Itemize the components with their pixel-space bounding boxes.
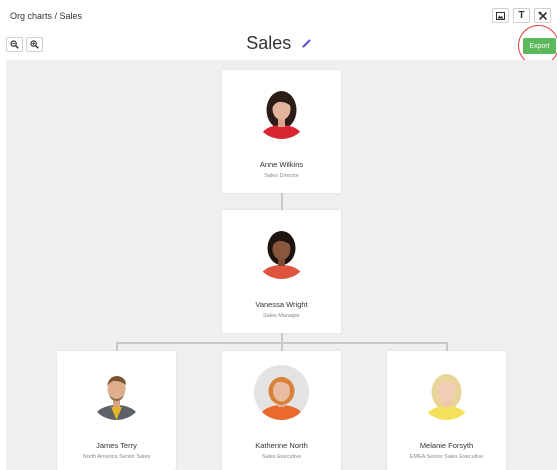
person-name: Anne Wilkins <box>259 160 304 169</box>
connector-manager-down <box>281 333 283 342</box>
org-chart-canvas: Anne Wilkins Sales Director Vanessa Wrig… <box>6 60 557 470</box>
edit-title-button[interactable] <box>302 35 311 53</box>
tools-button[interactable] <box>534 8 551 23</box>
org-card[interactable]: Vanessa Wright Sales Manager <box>222 210 341 333</box>
top-bar: Org charts / Sales T <box>0 0 557 32</box>
person-role: Sales Manager <box>263 313 300 319</box>
avatar <box>254 365 309 420</box>
connector-left <box>116 342 118 351</box>
text-icon: T <box>518 10 525 21</box>
chart-header: Sales Export <box>0 32 557 60</box>
avatar <box>419 365 474 420</box>
person-role: Sales Director <box>264 173 299 179</box>
connector-director-manager <box>281 193 283 210</box>
tools-icon <box>538 11 547 20</box>
org-card[interactable]: James Terry North America Senior Sales <box>57 351 176 470</box>
page-title: Sales <box>246 33 292 53</box>
connector-center <box>281 342 283 351</box>
avatar <box>254 84 309 139</box>
title-area: Sales <box>0 33 557 54</box>
org-card[interactable]: Katherine North Sales Executive <box>222 351 341 470</box>
insert-text-button[interactable]: T <box>513 8 530 23</box>
person-name: Melanie Forsyth <box>419 441 474 450</box>
insert-image-button[interactable] <box>492 8 509 23</box>
person-name: James Terry <box>96 441 137 450</box>
person-role: North America Senior Sales <box>82 454 151 460</box>
avatar <box>254 224 309 279</box>
person-name: Katherine North <box>255 441 308 450</box>
image-icon <box>496 11 505 20</box>
person-role: EMEA Senior Sales Executive <box>409 454 484 460</box>
top-toolbar: T <box>492 8 551 23</box>
connector-right <box>446 342 448 351</box>
breadcrumb[interactable]: Org charts / Sales <box>10 11 82 21</box>
org-card[interactable]: Anne Wilkins Sales Director <box>222 70 341 193</box>
pencil-icon <box>302 39 311 47</box>
person-role: Sales Executive <box>261 454 302 460</box>
person-name: Vanessa Wright <box>255 300 308 309</box>
avatar <box>89 365 144 420</box>
org-card[interactable]: Melanie Forsyth EMEA Senior Sales Execut… <box>387 351 506 470</box>
